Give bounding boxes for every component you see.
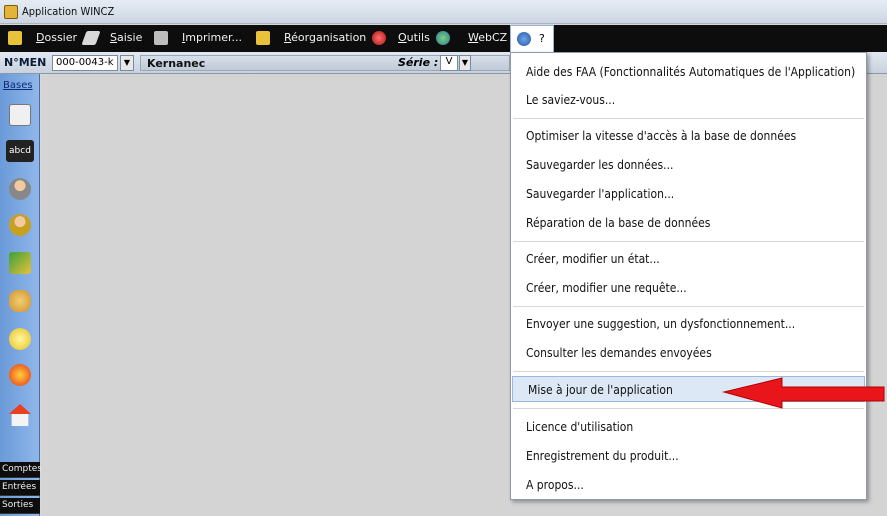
calculator-icon[interactable] bbox=[9, 104, 31, 126]
menu-item-enregistrement[interactable]: Enregistrement du produit... bbox=[511, 443, 866, 469]
menu-item-consulter-demandes[interactable]: Consulter les demandes envoyées bbox=[511, 340, 866, 366]
serie-label: Série : bbox=[398, 56, 439, 69]
red-arrow-annotation bbox=[722, 377, 885, 409]
help-menu: Aide des FAA (Fonctionnalités Automatiqu… bbox=[510, 52, 867, 500]
fire-icon[interactable] bbox=[9, 364, 31, 386]
menu-item-licence[interactable]: Licence d'utilisation bbox=[511, 414, 866, 440]
menu-imprimer[interactable]: Imprimer... bbox=[182, 31, 242, 44]
menu-item-sauvegarder-donnees[interactable]: Sauvegarder les données... bbox=[511, 152, 866, 178]
tools-icon bbox=[372, 31, 386, 45]
menu-item-creer-etat[interactable]: Créer, modifier un état... bbox=[511, 246, 866, 272]
serie-field[interactable]: V bbox=[440, 55, 458, 71]
group-icon[interactable] bbox=[9, 290, 31, 312]
person-card-icon[interactable] bbox=[9, 214, 31, 236]
title-bar: Application WINCZ bbox=[0, 0, 887, 24]
sidebar-sorties[interactable]: Sorties bbox=[0, 498, 40, 514]
menu-outils[interactable]: Outils bbox=[398, 31, 430, 44]
menu-saisie[interactable]: Saisie bbox=[110, 31, 142, 44]
menu-help-label: ? bbox=[539, 32, 545, 45]
sidebar: Bases abcd Comptes Entrées Sorties bbox=[0, 74, 42, 516]
menu-separator bbox=[513, 118, 864, 119]
menu-dossier[interactable]: Dossier bbox=[36, 31, 77, 44]
window-title: Application WINCZ bbox=[22, 5, 115, 18]
sidebar-entrees[interactable]: Entrées bbox=[0, 480, 40, 496]
person-icon[interactable] bbox=[9, 178, 31, 200]
pen-icon bbox=[81, 31, 101, 45]
menu-bar: Dossier Saisie Imprimer... Réorganisatio… bbox=[0, 25, 887, 52]
globe-icon bbox=[436, 31, 450, 45]
menu-separator bbox=[513, 371, 864, 372]
record-number-dropdown[interactable]: ▼ bbox=[120, 55, 134, 71]
menu-item-envoyer-suggestion[interactable]: Envoyer une suggestion, un dysfonctionne… bbox=[511, 311, 866, 337]
record-number-label: N°MEN bbox=[4, 56, 47, 69]
menu-separator bbox=[513, 306, 864, 307]
serie-dropdown[interactable]: ▼ bbox=[459, 55, 471, 71]
menu-separator bbox=[513, 241, 864, 242]
menu-item-creer-requete[interactable]: Créer, modifier une requête... bbox=[511, 275, 866, 301]
menu-item-sauvegarder-application[interactable]: Sauvegarder l'application... bbox=[511, 181, 866, 207]
wrench-icon bbox=[256, 31, 270, 45]
menu-item-aide-faa[interactable]: Aide des FAA (Fonctionnalités Automatiqu… bbox=[511, 59, 866, 85]
printer-icon bbox=[154, 31, 168, 45]
menu-item-optimiser[interactable]: Optimiser la vitesse d'accès à la base d… bbox=[511, 123, 866, 149]
sidebar-bases-link[interactable]: Bases bbox=[3, 80, 33, 91]
sidebar-comptes[interactable]: Comptes bbox=[0, 462, 42, 478]
house-icon[interactable] bbox=[9, 404, 31, 426]
menu-webcz[interactable]: WebCZ bbox=[468, 31, 507, 44]
menu-item-reparation[interactable]: Réparation de la base de données bbox=[511, 210, 866, 236]
help-icon bbox=[517, 32, 531, 46]
abcd-icon[interactable]: abcd bbox=[6, 140, 34, 162]
menu-help[interactable]: ? bbox=[510, 25, 554, 52]
menu-item-a-propos[interactable]: A propos... bbox=[511, 472, 866, 498]
menu-reorganisation[interactable]: Réorganisation bbox=[284, 31, 366, 44]
stairs-icon[interactable] bbox=[9, 252, 31, 274]
menu-item-le-saviez-vous[interactable]: Le saviez-vous... bbox=[511, 87, 866, 113]
record-number-field[interactable]: 000-0043-k bbox=[52, 55, 118, 71]
lightbulb-icon[interactable] bbox=[9, 328, 31, 350]
folder-icon bbox=[8, 31, 22, 45]
app-icon bbox=[4, 5, 18, 19]
